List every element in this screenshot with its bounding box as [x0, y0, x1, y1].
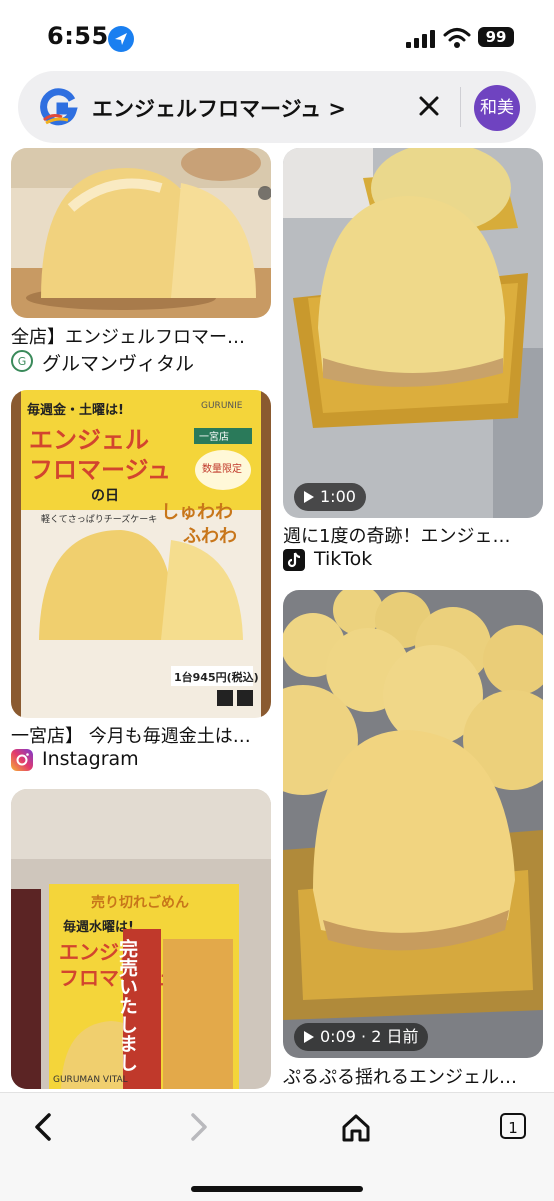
poster-slogan1: しゅわわ: [161, 502, 233, 523]
poster-brand: GURUNIE: [201, 401, 243, 411]
poster-slogan2: ふわわ: [183, 526, 237, 547]
poster-brand: GURUMAN VITAL: [53, 1075, 128, 1085]
location-arrow-icon: [108, 26, 134, 52]
status-bar: 6:55 99: [0, 0, 554, 70]
google-logo-icon: [38, 87, 78, 127]
result-caption[interactable]: 一宮店】 今月も毎週金土は…: [11, 722, 273, 748]
result-image-2[interactable]: 1:00: [283, 148, 543, 518]
cellular-signal-icon: [406, 30, 436, 48]
search-divider: [460, 87, 461, 127]
avatar[interactable]: 和美: [474, 85, 520, 131]
back-chevron-icon[interactable]: [24, 1107, 64, 1147]
poster-top-line: 毎週金・土曜は!: [27, 402, 124, 418]
gurumanvital-logo-icon: G: [11, 350, 33, 372]
result-image-1[interactable]: [11, 148, 271, 318]
poster-price: 1台945円(税込): [174, 670, 259, 684]
video-duration-badge: 1:00: [294, 483, 366, 511]
poster-soldout: 完売いたしまし: [116, 938, 138, 1072]
svg-text:G: G: [18, 355, 27, 368]
result-image-4[interactable]: 0:09 · 2 日前: [283, 590, 543, 1058]
search-bar[interactable]: エンジェルフロマージュ > 和美: [18, 71, 536, 143]
poster-store: 一宮店: [199, 430, 229, 443]
tab-count-button[interactable]: 1: [500, 1113, 526, 1139]
battery-indicator: 99: [478, 27, 514, 47]
result-source[interactable]: Instagram: [42, 748, 139, 770]
home-indicator: [191, 1186, 363, 1192]
poster-title-line3: の日: [91, 488, 119, 504]
poster-title-line2: フロマージュ: [29, 456, 171, 484]
poster-banner: 売り切れごめん: [91, 894, 189, 911]
result-source[interactable]: グルマンヴィタル: [42, 349, 194, 376]
wifi-icon: [442, 26, 472, 50]
forward-chevron-icon[interactable]: [178, 1107, 218, 1147]
status-time: 6:55: [47, 22, 109, 50]
result-caption[interactable]: 週に1度の奇跡！エンジェ…: [283, 522, 543, 548]
result-source[interactable]: TikTok: [314, 548, 372, 570]
poster-title-line1: エンジェル: [29, 426, 149, 454]
video-duration-badge: 0:09 · 2 日前: [294, 1023, 429, 1051]
home-icon[interactable]: [336, 1107, 376, 1147]
result-image-5[interactable]: 売り切れごめん 毎週水曜は! エンジェル フロマージュ 完売いたしまし GURU…: [11, 789, 271, 1089]
clear-search-icon[interactable]: [414, 91, 444, 121]
result-image-3[interactable]: 毎週金・土曜は! GURUNIE 一宮店 エンジェル フロマージュ の日 数量限…: [11, 390, 271, 718]
search-query[interactable]: エンジェルフロマージュ >: [92, 93, 346, 123]
tiktok-logo-icon: [283, 549, 305, 571]
instagram-logo-icon: [11, 749, 33, 771]
poster-limited: 数量限定: [202, 462, 242, 475]
result-caption[interactable]: 全店】エンジェルフロマー…: [11, 323, 271, 349]
browser-bottom-bar: 1: [0, 1092, 554, 1201]
poster-sub: 軽くてさっぱりチーズケーキ: [41, 513, 157, 525]
result-caption[interactable]: ぷるぷる揺れるエンジェル…: [283, 1063, 543, 1089]
